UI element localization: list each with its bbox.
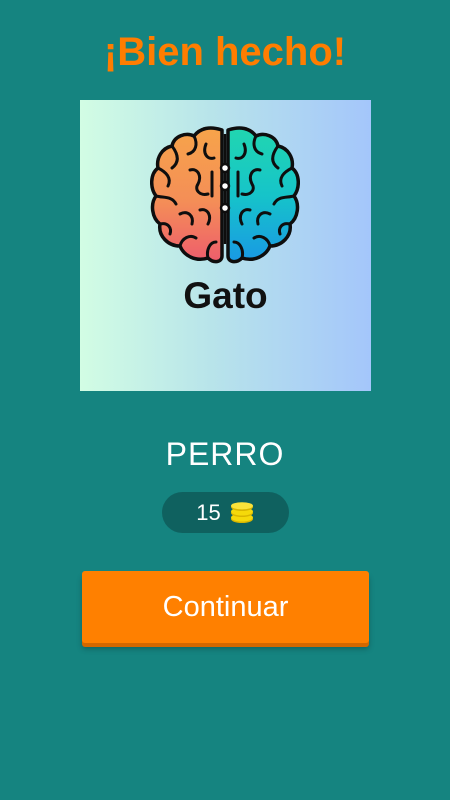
continue-button[interactable]: Continuar <box>82 571 369 643</box>
reward-amount: 15 <box>196 500 221 525</box>
brain-icon <box>150 126 300 264</box>
reward-badge: 15 <box>162 492 289 533</box>
card-word: Gato <box>183 275 268 316</box>
page-title: ¡Bien hecho! <box>103 30 347 74</box>
answer-text: PERRO <box>165 436 285 472</box>
puzzle-card: Gato <box>80 100 371 391</box>
level-complete-screen: ¡Bien hecho! Gato PERRO 15 Continuar <box>0 0 450 800</box>
coins-icon <box>230 501 253 523</box>
